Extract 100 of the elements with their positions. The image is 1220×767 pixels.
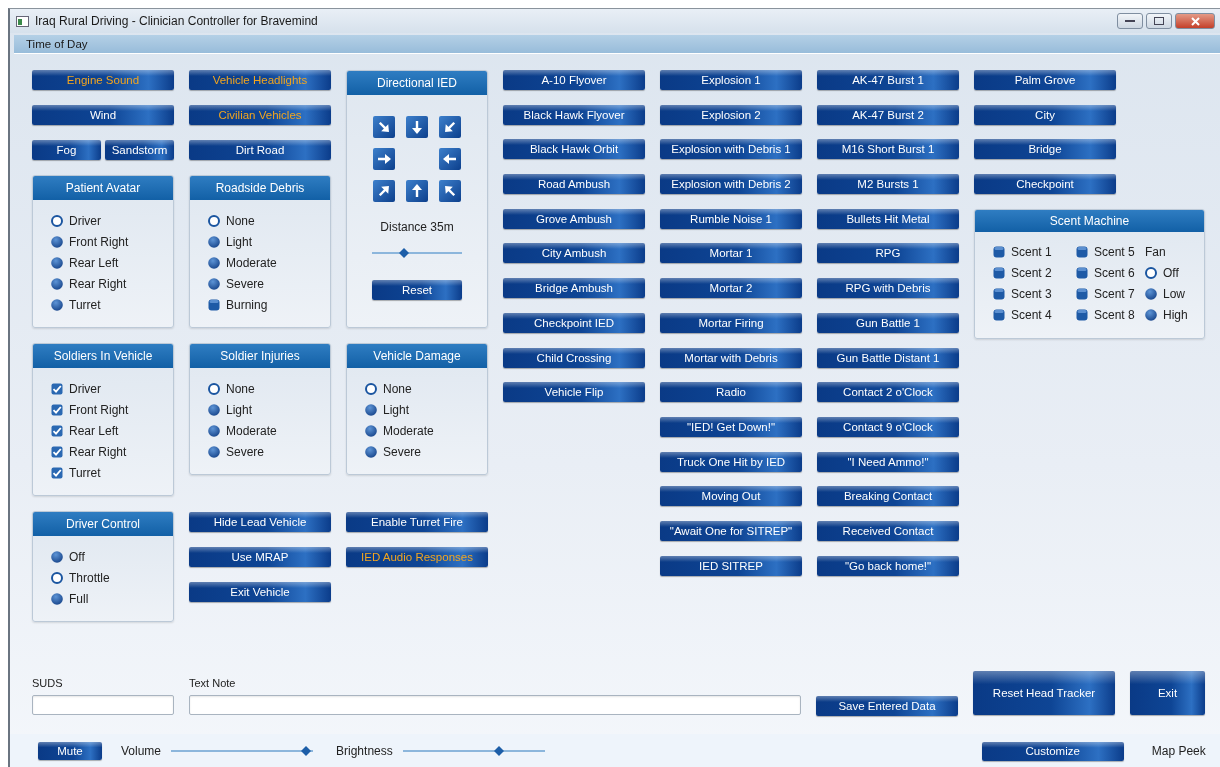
radio-button[interactable] — [365, 403, 377, 416]
radio-button[interactable] — [51, 214, 63, 227]
checkbox[interactable] — [51, 382, 63, 395]
checkbox[interactable] — [51, 466, 63, 479]
slider-thumb[interactable] — [399, 248, 410, 258]
exit-button[interactable]: Exit — [1130, 671, 1205, 715]
sound-button[interactable]: Rumble Noise 1 — [660, 208, 802, 229]
maximize-button[interactable] — [1146, 13, 1172, 29]
radio-button[interactable] — [208, 277, 220, 290]
toggle-button[interactable]: IED Audio Responses — [346, 547, 488, 567]
mute-button[interactable]: Mute — [38, 742, 102, 760]
direction-button[interactable] — [439, 148, 461, 170]
radio-button[interactable] — [1145, 309, 1157, 322]
direction-button[interactable] — [406, 180, 428, 202]
sound-button[interactable]: City Ambush — [503, 243, 645, 264]
sound-button[interactable]: Explosion with Debris 1 — [660, 139, 802, 160]
checkbox[interactable] — [51, 403, 63, 416]
sound-button[interactable]: RPG with Debris — [817, 278, 959, 299]
toggle-button[interactable]: Hide Lead Vehicle — [189, 512, 331, 532]
location-button[interactable]: Checkpoint — [974, 174, 1116, 195]
radio-button[interactable] — [208, 235, 220, 248]
sound-button[interactable]: "IED! Get Down!" — [660, 416, 802, 437]
sound-button[interactable]: Child Crossing — [503, 347, 645, 368]
checkbox[interactable] — [993, 288, 1005, 301]
minimize-button[interactable] — [1117, 13, 1143, 29]
sound-button[interactable]: A-10 Flyover — [503, 70, 645, 90]
toggle-button[interactable]: Dirt Road — [189, 140, 331, 160]
radio-button[interactable] — [1145, 288, 1157, 301]
sound-button[interactable]: Bullets Hit Metal — [817, 208, 959, 229]
sound-button[interactable]: Contact 2 o'Clock — [817, 382, 959, 403]
menu-item[interactable]: Time of Day — [26, 38, 88, 50]
direction-button[interactable] — [373, 148, 395, 170]
input-field[interactable] — [189, 695, 801, 715]
radio-button[interactable] — [208, 256, 220, 269]
radio-button[interactable] — [208, 403, 220, 416]
sound-button[interactable]: Moving Out — [660, 486, 802, 507]
toggle-button[interactable]: Enable Turret Fire — [346, 512, 488, 532]
sound-button[interactable]: Grove Ambush — [503, 208, 645, 229]
sound-button[interactable]: Mortar Firing — [660, 312, 802, 333]
checkbox[interactable] — [1076, 309, 1088, 322]
sound-button[interactable]: Black Hawk Orbit — [503, 139, 645, 160]
radio-button[interactable] — [51, 256, 63, 269]
location-button[interactable]: Palm Grove — [974, 70, 1116, 90]
toggle-button[interactable]: Exit Vehicle — [189, 582, 331, 602]
sound-button[interactable]: Bridge Ambush — [503, 278, 645, 299]
toggle-button[interactable]: Wind — [32, 105, 174, 125]
input-field[interactable] — [32, 695, 174, 715]
toggle-button[interactable]: Sandstorm — [105, 140, 174, 160]
close-button[interactable] — [1175, 13, 1215, 29]
slider-thumb[interactable] — [494, 746, 505, 756]
sound-button[interactable]: Vehicle Flip — [503, 382, 645, 403]
distance-slider[interactable] — [372, 248, 462, 258]
sound-button[interactable]: Road Ambush — [503, 174, 645, 195]
radio-button[interactable] — [51, 235, 63, 248]
checkbox[interactable] — [1076, 288, 1088, 301]
save-button[interactable]: Save Entered Data — [816, 696, 958, 716]
slider-thumb[interactable] — [300, 746, 311, 756]
radio-button[interactable] — [365, 382, 377, 395]
radio-button[interactable] — [365, 445, 377, 458]
checkbox[interactable] — [993, 267, 1005, 280]
toggle-button[interactable]: Use MRAP — [189, 547, 331, 567]
direction-button[interactable] — [373, 116, 395, 138]
reset-button[interactable]: Reset — [372, 280, 462, 300]
radio-button[interactable] — [208, 382, 220, 395]
sound-button[interactable]: Gun Battle 1 — [817, 312, 959, 333]
sound-button[interactable]: M16 Short Burst 1 — [817, 139, 959, 160]
sound-button[interactable]: Truck One Hit by IED — [660, 451, 802, 472]
checkbox[interactable] — [1076, 246, 1088, 259]
sound-button[interactable]: M2 Bursts 1 — [817, 174, 959, 195]
sound-button[interactable]: Checkpoint IED — [503, 312, 645, 333]
sound-button[interactable]: Contact 9 o'Clock — [817, 416, 959, 437]
radio-button[interactable] — [208, 214, 220, 227]
toggle-button[interactable]: Civilian Vehicles — [189, 105, 331, 125]
sound-button[interactable]: "I Need Ammo!" — [817, 451, 959, 472]
direction-button[interactable] — [439, 180, 461, 202]
sound-button[interactable]: Mortar with Debris — [660, 347, 802, 368]
radio-button[interactable] — [1145, 267, 1157, 280]
radio-button[interactable] — [208, 445, 220, 458]
sound-button[interactable]: Explosion with Debris 2 — [660, 174, 802, 195]
toggle-button[interactable]: Vehicle Headlights — [189, 70, 331, 90]
sound-button[interactable]: Received Contact — [817, 520, 959, 541]
toggle-button[interactable]: Engine Sound — [32, 70, 174, 90]
sound-button[interactable]: Explosion 2 — [660, 104, 802, 125]
reset-head-tracker-button[interactable]: Reset Head Tracker — [973, 671, 1115, 715]
sound-button[interactable]: AK-47 Burst 2 — [817, 104, 959, 125]
radio-button[interactable] — [51, 277, 63, 290]
sound-button[interactable]: Mortar 1 — [660, 243, 802, 264]
location-button[interactable]: City — [974, 104, 1116, 125]
brightness-slider[interactable] — [402, 746, 545, 756]
sound-button[interactable]: Mortar 2 — [660, 278, 802, 299]
sound-button[interactable]: IED SITREP — [660, 555, 802, 576]
sound-button[interactable]: AK-47 Burst 1 — [817, 70, 959, 90]
direction-button[interactable] — [406, 116, 428, 138]
sound-button[interactable]: "Await One for SITREP" — [660, 520, 802, 541]
checkbox[interactable] — [51, 424, 63, 437]
toggle-button[interactable]: Fog — [32, 140, 101, 160]
radio-button[interactable] — [208, 424, 220, 437]
radio-button[interactable] — [51, 298, 63, 311]
checkbox[interactable] — [993, 246, 1005, 259]
customize-button[interactable]: Customize — [981, 741, 1124, 761]
